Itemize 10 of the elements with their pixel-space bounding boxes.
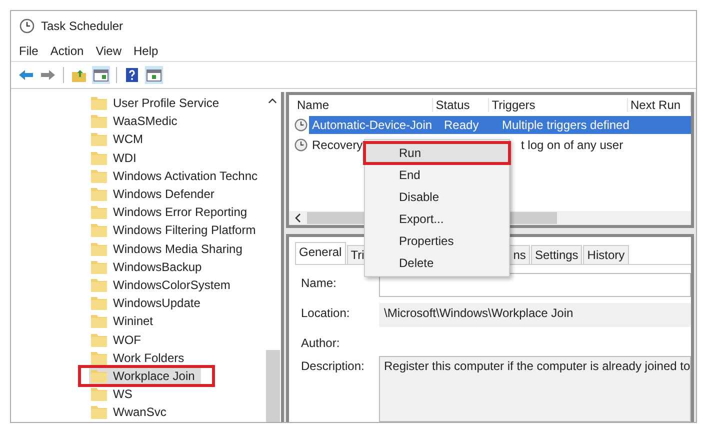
- field-label: Description:: [301, 358, 366, 373]
- window-title: Task Scheduler: [41, 19, 124, 33]
- table-cell-text: Multiple triggers defined: [501, 118, 630, 132]
- table-cell-text: Recovery: [311, 138, 364, 152]
- field-label: Name:: [301, 275, 338, 290]
- field-label: Author:: [301, 335, 341, 350]
- table-cell-text: t log on of any user: [520, 138, 624, 152]
- table-cell-text: Ready: [443, 118, 480, 132]
- table-cell-text: Automatic-Device-Join: [311, 118, 434, 132]
- field-label: Location:: [301, 305, 351, 320]
